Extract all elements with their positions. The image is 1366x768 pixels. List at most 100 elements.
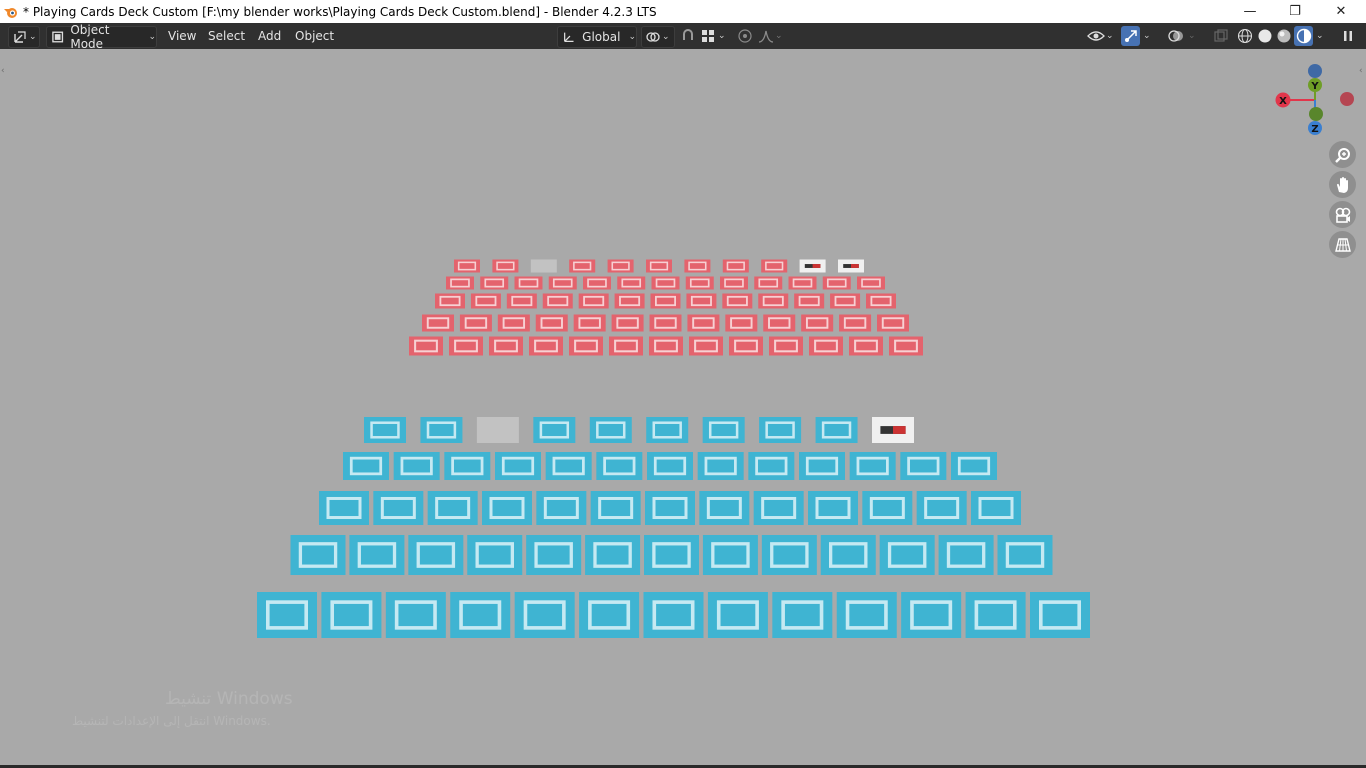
- blue-card[interactable]: [319, 491, 369, 525]
- menu-view[interactable]: View: [168, 26, 196, 46]
- blue-card[interactable]: [753, 491, 804, 525]
- blue-card[interactable]: [759, 417, 802, 443]
- blue-card[interactable]: [836, 592, 897, 638]
- red-card[interactable]: [686, 293, 717, 309]
- red-card[interactable]: [822, 276, 851, 290]
- blue-card[interactable]: [364, 417, 406, 443]
- red-card[interactable]: [583, 276, 611, 290]
- red-card[interactable]: [754, 276, 783, 290]
- overlay-dropdown[interactable]: ⌄: [1165, 26, 1201, 46]
- red-card[interactable]: [449, 336, 483, 356]
- blue-card[interactable]: [916, 491, 967, 525]
- red-card[interactable]: [849, 336, 883, 356]
- blue-card[interactable]: [589, 417, 632, 443]
- red-card[interactable]: [650, 293, 681, 309]
- red-card[interactable]: [609, 336, 643, 356]
- blue-card[interactable]: [257, 592, 317, 638]
- wireframe-shading-button[interactable]: [1236, 26, 1254, 46]
- blue-card[interactable]: [427, 491, 478, 525]
- blue-card[interactable]: [643, 592, 704, 638]
- menu-object[interactable]: Object: [295, 26, 334, 46]
- blue-card[interactable]: [702, 535, 758, 575]
- blue-card[interactable]: [526, 535, 582, 575]
- blue-card[interactable]: [645, 491, 695, 525]
- editor-type-button[interactable]: ⌄: [8, 26, 40, 48]
- red-card[interactable]: [857, 276, 885, 290]
- red-card[interactable]: [889, 336, 923, 356]
- red-card[interactable]: [435, 293, 465, 309]
- red-card[interactable]: [722, 259, 749, 273]
- red-card[interactable]: [470, 293, 501, 309]
- proportional-edit-toggle[interactable]: [735, 26, 755, 46]
- gizmo-dropdown[interactable]: ⌄: [1141, 26, 1157, 46]
- blue-card[interactable]: [349, 535, 405, 575]
- gizmo-neg-z-icon[interactable]: [1308, 64, 1322, 78]
- menu-select[interactable]: Select: [208, 26, 245, 46]
- red-card[interactable]: [684, 259, 711, 273]
- red-card[interactable]: [729, 336, 763, 356]
- blue-card[interactable]: [495, 452, 541, 480]
- red-card[interactable]: [569, 259, 596, 273]
- blue-card[interactable]: [385, 592, 446, 638]
- blue-card[interactable]: [748, 452, 795, 480]
- blue-card[interactable]: [697, 452, 744, 480]
- blue-card[interactable]: [820, 535, 876, 575]
- red-card[interactable]: [459, 314, 492, 332]
- blue-card[interactable]: [799, 452, 845, 480]
- blue-card[interactable]: [450, 592, 511, 638]
- blue-card[interactable]: [808, 491, 858, 525]
- camera-view-button[interactable]: [1329, 201, 1356, 228]
- gizmo-toggle[interactable]: [1121, 26, 1140, 46]
- red-card[interactable]: [809, 336, 843, 356]
- red-card[interactable]: [529, 336, 563, 356]
- red-card[interactable]: [535, 314, 568, 332]
- blue-card[interactable]: [343, 452, 389, 480]
- red-card[interactable]: [530, 259, 557, 273]
- blue-card[interactable]: [815, 417, 858, 443]
- blue-card[interactable]: [951, 452, 997, 480]
- red-card[interactable]: [497, 314, 530, 332]
- close-button[interactable]: ✕: [1318, 0, 1364, 23]
- navigation-gizmo[interactable]: X Y Z: [1272, 62, 1362, 142]
- blue-card[interactable]: [533, 417, 576, 443]
- red-card[interactable]: [830, 293, 861, 309]
- blue-card[interactable]: [373, 491, 424, 525]
- red-card[interactable]: [578, 293, 609, 309]
- blue-card[interactable]: [482, 491, 532, 525]
- red-card[interactable]: [651, 276, 680, 290]
- blue-card[interactable]: [467, 535, 523, 575]
- red-card[interactable]: [758, 293, 789, 309]
- red-card[interactable]: [489, 336, 523, 356]
- zoom-button[interactable]: [1329, 141, 1356, 168]
- rendered-shading-button[interactable]: [1294, 26, 1313, 46]
- blue-card[interactable]: [647, 452, 693, 480]
- blue-card[interactable]: [290, 535, 346, 575]
- red-card[interactable]: [548, 276, 577, 290]
- pan-button[interactable]: [1329, 171, 1356, 198]
- red-card[interactable]: [788, 276, 817, 290]
- blue-card[interactable]: [707, 592, 768, 638]
- red-card[interactable]: [866, 293, 896, 309]
- snap-toggle[interactable]: [678, 26, 698, 46]
- blue-card[interactable]: [879, 535, 935, 575]
- red-card[interactable]: [409, 336, 443, 356]
- snap-target-dropdown[interactable]: ⌄: [699, 26, 729, 46]
- red-card[interactable]: [799, 259, 826, 273]
- blue-card[interactable]: [872, 417, 914, 443]
- red-card[interactable]: [685, 276, 714, 290]
- red-card[interactable]: [725, 314, 758, 332]
- red-card[interactable]: [454, 259, 480, 273]
- blue-card[interactable]: [699, 491, 750, 525]
- red-card[interactable]: [720, 276, 748, 290]
- red-card[interactable]: [542, 293, 573, 309]
- transform-orientation-dropdown[interactable]: Global ⌄: [557, 26, 637, 48]
- blue-card[interactable]: [536, 491, 587, 525]
- blue-card[interactable]: [585, 535, 641, 575]
- red-card[interactable]: [480, 276, 509, 290]
- pivot-point-dropdown[interactable]: ⌄: [641, 26, 675, 48]
- restore-button[interactable]: ❐: [1272, 0, 1318, 23]
- red-card[interactable]: [722, 293, 753, 309]
- blue-card[interactable]: [579, 592, 640, 638]
- red-card[interactable]: [607, 259, 634, 273]
- falloff-dropdown[interactable]: ⌄: [757, 26, 785, 46]
